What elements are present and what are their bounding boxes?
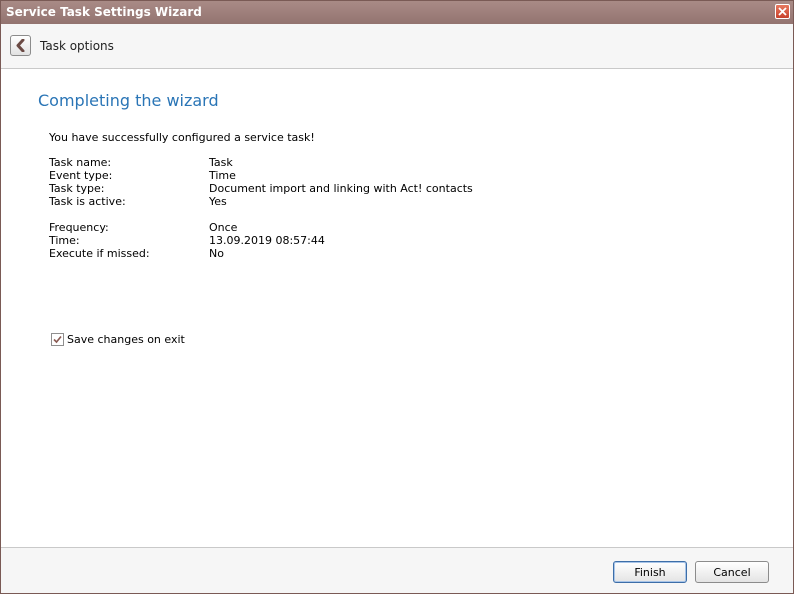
- success-message: You have successfully configured a servi…: [49, 131, 315, 144]
- header-title: Task options: [40, 39, 114, 53]
- summary-label: Event type:: [49, 169, 113, 182]
- page-title: Completing the wizard: [38, 91, 219, 110]
- summary-row-task-active: Task is active: Yes: [49, 195, 649, 208]
- summary-label: Task type:: [49, 182, 105, 195]
- chevron-left-icon: [16, 39, 25, 52]
- summary-row-task-name: Task name: Task: [49, 156, 649, 169]
- summary-value: Time: [209, 169, 236, 182]
- back-button[interactable]: [10, 35, 31, 56]
- finish-button[interactable]: Finish: [613, 561, 687, 583]
- wizard-window: Service Task Settings Wizard Task option…: [0, 0, 794, 594]
- summary-value: Document import and linking with Act! co…: [209, 182, 473, 195]
- wizard-footer: Finish Cancel: [1, 547, 793, 593]
- summary-label: Frequency:: [49, 221, 109, 234]
- summary-row-time: Time: 13.09.2019 08:57:44: [49, 234, 649, 247]
- summary-value: Once: [209, 221, 238, 234]
- task-summary: Task name: Task Event type: Time Task ty…: [49, 156, 649, 260]
- summary-label: Execute if missed:: [49, 247, 150, 260]
- summary-label: Time:: [49, 234, 80, 247]
- summary-value: Task: [209, 156, 233, 169]
- summary-row-frequency: Frequency: Once: [49, 221, 649, 234]
- summary-label: Task is active:: [49, 195, 126, 208]
- cancel-button[interactable]: Cancel: [695, 561, 769, 583]
- save-changes-label[interactable]: Save changes on exit: [67, 333, 185, 346]
- summary-value: 13.09.2019 08:57:44: [209, 234, 325, 247]
- summary-value: No: [209, 247, 224, 260]
- summary-value: Yes: [209, 195, 227, 208]
- summary-row-event-type: Event type: Time: [49, 169, 649, 182]
- wizard-header: Task options: [1, 24, 793, 69]
- summary-label: Task name:: [49, 156, 112, 169]
- close-button[interactable]: [775, 4, 790, 19]
- title-bar[interactable]: Service Task Settings Wizard: [1, 1, 793, 24]
- save-changes-checkbox[interactable]: [51, 333, 64, 346]
- window-title: Service Task Settings Wizard: [6, 5, 202, 19]
- summary-row-execute-if-missed: Execute if missed: No: [49, 247, 649, 260]
- checkmark-icon: [53, 335, 62, 344]
- close-icon: [778, 7, 787, 16]
- summary-row-task-type: Task type: Document import and linking w…: [49, 182, 649, 195]
